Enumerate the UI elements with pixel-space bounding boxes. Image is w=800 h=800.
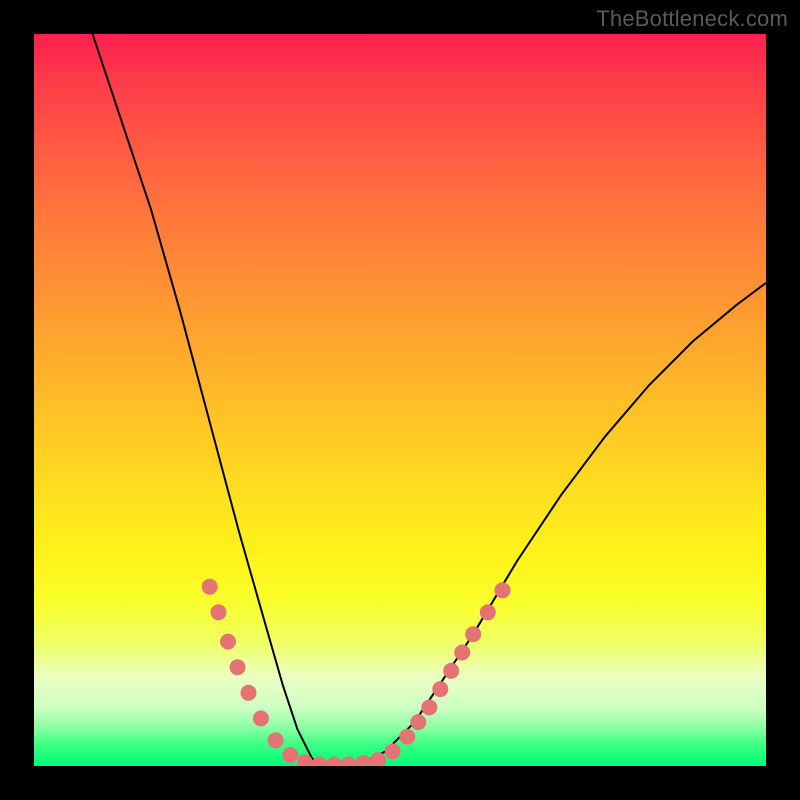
marker-dot	[241, 685, 257, 701]
marker-dot	[421, 699, 437, 715]
marker-dot	[268, 732, 284, 748]
marker-dot	[326, 757, 342, 767]
curve-layer	[34, 34, 766, 766]
marker-dot	[385, 743, 401, 759]
marker-dot	[211, 604, 227, 620]
plot-area	[34, 34, 766, 766]
marker-dot	[480, 604, 496, 620]
marker-dot	[220, 634, 236, 650]
marker-dot	[495, 582, 511, 598]
marker-dots	[202, 579, 511, 766]
marker-dot	[230, 659, 246, 675]
marker-dot	[341, 757, 357, 767]
marker-dot	[410, 714, 426, 730]
marker-dot	[355, 755, 371, 766]
chart-frame: TheBottleneck.com	[0, 0, 800, 800]
marker-dot	[312, 757, 328, 767]
marker-dot	[370, 752, 386, 766]
marker-dot	[202, 579, 218, 595]
marker-dot	[399, 729, 415, 745]
marker-dot	[465, 626, 481, 642]
marker-dot	[253, 710, 269, 726]
marker-dot	[432, 681, 448, 697]
watermark-label: TheBottleneck.com	[596, 6, 788, 32]
marker-dot	[454, 645, 470, 661]
bottleneck-curve	[93, 34, 766, 766]
marker-dot	[282, 747, 298, 763]
marker-dot	[443, 663, 459, 679]
